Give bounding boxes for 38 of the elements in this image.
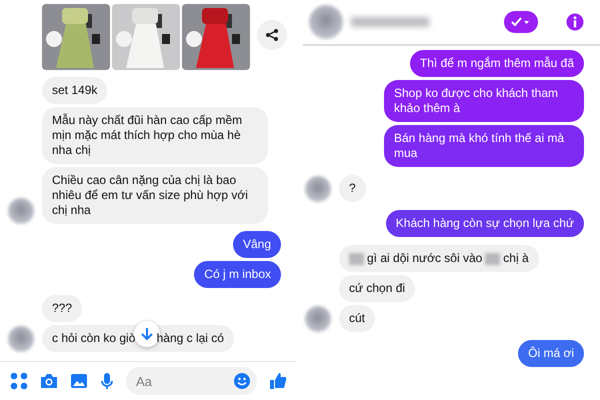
message-text: chị à: [503, 251, 529, 266]
blurred-word: [349, 252, 364, 264]
avatar[interactable]: [305, 306, 331, 332]
message-text: Khách hàng còn sự chọn lựa chứ: [396, 216, 574, 231]
image-icon[interactable]: [70, 373, 88, 389]
message-text: gì ai dội nước sôi vào: [367, 251, 482, 266]
blurred-word: [485, 252, 500, 264]
message-text: Thì để m ngắm thêm mẫu đã: [420, 56, 574, 71]
emoji-icon[interactable]: [233, 372, 251, 390]
message-input[interactable]: Aa: [126, 367, 257, 395]
share-icon: [265, 28, 279, 42]
message-text: Chiều cao cân nặng của chị là bao nhiêu để em tư vấn size phù hợp với chị nha: [52, 173, 249, 218]
avatar[interactable]: [8, 326, 34, 352]
message-text: ?: [349, 181, 356, 196]
avatar[interactable]: [309, 5, 343, 39]
avatar[interactable]: [305, 176, 331, 202]
message-text: Có j m inbox: [204, 267, 271, 282]
message-text: hàng c lại có: [156, 331, 224, 346]
share-button[interactable]: [257, 20, 287, 50]
message-text: cút: [349, 311, 366, 326]
check-dropdown-button[interactable]: [504, 11, 538, 33]
check-caret-icon: [511, 17, 531, 27]
message-text: Shop ko được cho khách tham khảo thêm à: [394, 86, 559, 116]
microphone-icon[interactable]: [100, 372, 114, 390]
arrow-down-icon: [140, 326, 154, 340]
info-icon[interactable]: [566, 13, 584, 31]
message-text: cứ chọn đi: [349, 281, 406, 296]
message-text: set 149k: [52, 83, 98, 98]
avatar[interactable]: [8, 198, 34, 224]
message-text: ???: [52, 301, 72, 316]
thumbs-up-icon[interactable]: [269, 372, 287, 390]
message-text: c hỏi còn ko giờ: [52, 331, 137, 346]
message-text: Bán hàng mà khó tính thế ai mà mua: [394, 131, 566, 161]
message-text: Vâng: [242, 237, 271, 252]
apps-icon[interactable]: [10, 372, 28, 390]
message-text: Ôi má ơi: [528, 346, 574, 361]
camera-icon[interactable]: [40, 373, 58, 389]
message-text: Mẫu này chất đũi hàn cao cấp mềm mịn mặc mát thích hợp cho mùa hè nha chị: [52, 113, 244, 158]
